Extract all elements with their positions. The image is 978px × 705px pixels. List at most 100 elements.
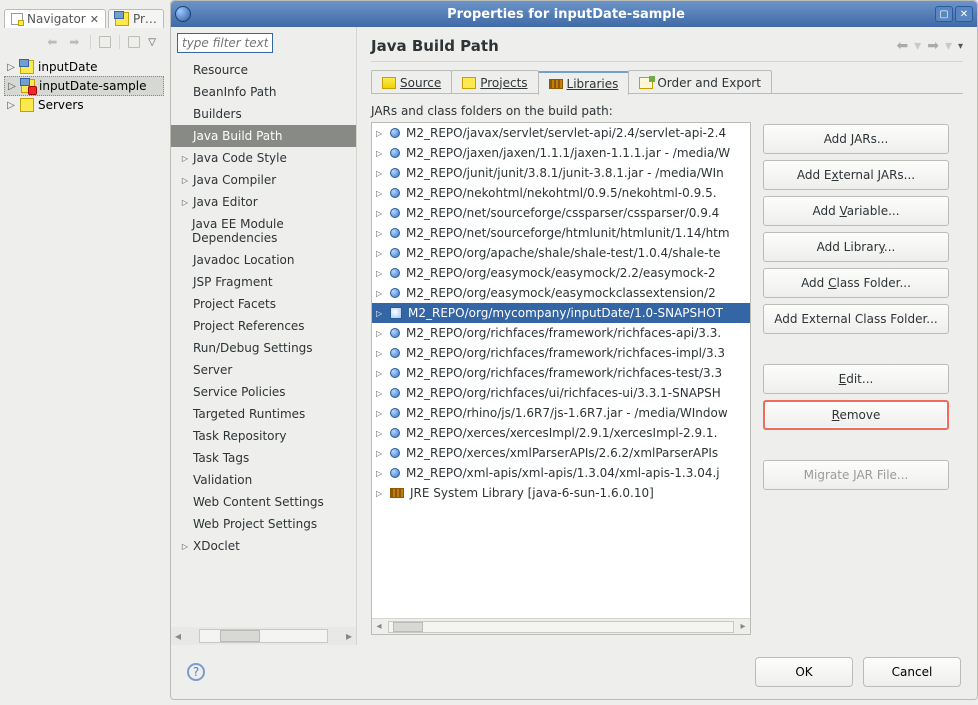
tab-source[interactable]: Source <box>371 70 452 94</box>
jar-item[interactable]: ▷M2_REPO/org/richfaces/framework/richfac… <box>372 343 750 363</box>
expand-icon[interactable]: ▷ <box>376 269 384 278</box>
tree-item-servers[interactable]: ▷ Servers <box>4 96 164 114</box>
page-menu-icon[interactable]: ▾ <box>958 41 963 52</box>
category-filter-input[interactable] <box>177 33 273 53</box>
jar-item[interactable]: ▷M2_REPO/net/sourceforge/cssparser/csspa… <box>372 203 750 223</box>
expand-icon[interactable]: ▷ <box>376 469 384 478</box>
jar-item[interactable]: ▷M2_REPO/junit/junit/3.8.1/junit-3.8.1.j… <box>372 163 750 183</box>
category-item[interactable]: Web Project Settings <box>171 513 356 535</box>
expand-icon[interactable]: ▷ <box>376 229 384 238</box>
add-external-jars-button[interactable]: Add External JARs... <box>763 160 949 190</box>
jar-item[interactable]: ▷M2_REPO/org/easymock/easymock/2.2/easym… <box>372 263 750 283</box>
jar-item[interactable]: ▷M2_REPO/xerces/xmlParserAPIs/2.6.2/xmlP… <box>372 443 750 463</box>
expand-icon[interactable]: ▷ <box>376 249 384 258</box>
expand-icon[interactable]: ▷ <box>376 409 384 418</box>
category-item[interactable]: Run/Debug Settings <box>171 337 356 359</box>
navigator-view-tab[interactable]: Navigator ✕ <box>4 9 106 28</box>
expand-icon[interactable]: ▷ <box>376 209 384 218</box>
ok-button[interactable]: OK <box>755 657 853 687</box>
jar-item[interactable]: ▷M2_REPO/rhino/js/1.6R7/js-1.6R7.jar - /… <box>372 403 750 423</box>
expand-icon[interactable]: ▷ <box>181 154 189 163</box>
window-close-button[interactable]: ✕ <box>955 6 973 22</box>
category-item[interactable]: Resource <box>171 59 356 81</box>
expand-icon[interactable]: ▷ <box>376 329 384 338</box>
category-item[interactable]: Service Policies <box>171 381 356 403</box>
category-item[interactable]: BeanInfo Path <box>171 81 356 103</box>
category-horizontal-scrollbar[interactable]: ◂ ▸ <box>171 627 356 645</box>
help-icon[interactable]: ? <box>187 663 205 681</box>
category-item[interactable]: Java EE Module Dependencies <box>171 213 356 249</box>
jar-list-horizontal-scrollbar[interactable]: ◂ ▸ <box>372 618 750 634</box>
dialog-titlebar[interactable]: Properties for inputDate-sample ▢ ✕ <box>171 1 977 27</box>
category-item[interactable]: Validation <box>171 469 356 491</box>
expand-icon[interactable]: ▷ <box>7 81 17 92</box>
back-icon[interactable]: ⬅ <box>896 38 908 54</box>
category-item[interactable]: ▷Java Code Style <box>171 147 356 169</box>
tab-projects[interactable]: Projects <box>451 70 538 94</box>
expand-icon[interactable]: ▷ <box>181 176 189 185</box>
category-item[interactable]: Web Content Settings <box>171 491 356 513</box>
jar-item[interactable]: ▷M2_REPO/org/mycompany/inputDate/1.0-SNA… <box>372 303 750 323</box>
expand-icon[interactable]: ▷ <box>376 129 384 138</box>
edit-button[interactable]: Edit... <box>763 364 949 394</box>
jar-item[interactable]: ▷M2_REPO/jaxen/jaxen/1.1.1/jaxen-1.1.1.j… <box>372 143 750 163</box>
category-item[interactable]: Targeted Runtimes <box>171 403 356 425</box>
expand-icon[interactable]: ▷ <box>376 389 384 398</box>
tab-libraries[interactable]: Libraries <box>538 71 630 95</box>
remove-button[interactable]: Remove <box>763 400 949 430</box>
add-library-button[interactable]: Add Library... <box>763 232 949 262</box>
expand-icon[interactable]: ▷ <box>376 289 384 298</box>
category-item[interactable]: Server <box>171 359 356 381</box>
expand-icon[interactable]: ▷ <box>376 369 384 378</box>
add-jars-button[interactable]: Add JARs... <box>763 124 949 154</box>
jar-list[interactable]: ▷M2_REPO/javax/servlet/servlet-api/2.4/s… <box>371 122 751 635</box>
link-editor-icon[interactable] <box>128 36 140 48</box>
jar-item[interactable]: ▷M2_REPO/org/richfaces/framework/richfac… <box>372 323 750 343</box>
add-external-class-folder-button[interactable]: Add External Class Folder... <box>763 304 949 334</box>
jar-item[interactable]: ▷M2_REPO/org/richfaces/framework/richfac… <box>372 363 750 383</box>
expand-icon[interactable]: ▷ <box>376 429 384 438</box>
add-class-folder-button[interactable]: Add Class Folder... <box>763 268 949 298</box>
category-item[interactable]: ▷Java Editor <box>171 191 356 213</box>
nav-forward-icon[interactable]: ➡ <box>66 34 82 50</box>
expand-icon[interactable]: ▷ <box>6 100 16 111</box>
tree-item-inputdate[interactable]: ▷ inputDate <box>4 58 164 76</box>
forward-icon[interactable]: ➡ <box>927 38 939 54</box>
category-item[interactable]: Task Tags <box>171 447 356 469</box>
jar-item[interactable]: ▷M2_REPO/nekohtml/nekohtml/0.9.5/nekohtm… <box>372 183 750 203</box>
category-item[interactable]: Task Repository <box>171 425 356 447</box>
expand-icon[interactable]: ▷ <box>181 198 189 207</box>
category-item[interactable]: Project References <box>171 315 356 337</box>
category-item[interactable]: Javadoc Location <box>171 249 356 271</box>
cancel-button[interactable]: Cancel <box>863 657 961 687</box>
jar-item[interactable]: ▷M2_REPO/net/sourceforge/htmlunit/htmlun… <box>372 223 750 243</box>
expand-icon[interactable]: ▷ <box>6 62 16 73</box>
category-item[interactable]: ▷Java Compiler <box>171 169 356 191</box>
view-menu-icon[interactable]: ▽ <box>148 37 156 48</box>
expand-icon[interactable]: ▷ <box>376 189 384 198</box>
category-item[interactable]: JSP Fragment <box>171 271 356 293</box>
expand-icon[interactable]: ▷ <box>376 489 384 498</box>
category-item[interactable]: Builders <box>171 103 356 125</box>
expand-icon[interactable]: ▷ <box>376 149 384 158</box>
tree-item-inputdate-sample[interactable]: ▷ inputDate-sample <box>4 76 164 96</box>
jre-item[interactable]: ▷JRE System Library [java-6-sun-1.6.0.10… <box>372 483 750 503</box>
category-item[interactable]: Project Facets <box>171 293 356 315</box>
collapse-all-icon[interactable] <box>99 36 111 48</box>
jar-item[interactable]: ▷M2_REPO/org/easymock/easymockclassexten… <box>372 283 750 303</box>
jar-item[interactable]: ▷M2_REPO/org/apache/shale/shale-test/1.0… <box>372 243 750 263</box>
category-item[interactable]: ▷XDoclet <box>171 535 356 557</box>
expand-icon[interactable]: ▷ <box>376 309 384 318</box>
jar-item[interactable]: ▷M2_REPO/javax/servlet/servlet-api/2.4/s… <box>372 123 750 143</box>
truncated-tab[interactable]: Pr… <box>108 9 164 28</box>
expand-icon[interactable]: ▷ <box>376 449 384 458</box>
add-variable-button[interactable]: Add Variable... <box>763 196 949 226</box>
jar-item[interactable]: ▷M2_REPO/xml-apis/xml-apis/1.3.04/xml-ap… <box>372 463 750 483</box>
nav-back-icon[interactable]: ⬅ <box>44 34 60 50</box>
expand-icon[interactable]: ▷ <box>376 349 384 358</box>
expand-icon[interactable]: ▷ <box>376 169 384 178</box>
jar-item[interactable]: ▷M2_REPO/org/richfaces/ui/richfaces-ui/3… <box>372 383 750 403</box>
tab-order-export[interactable]: Order and Export <box>628 70 772 94</box>
category-item[interactable]: Java Build Path <box>171 125 356 147</box>
tab-close-icon[interactable]: ✕ <box>90 13 99 26</box>
